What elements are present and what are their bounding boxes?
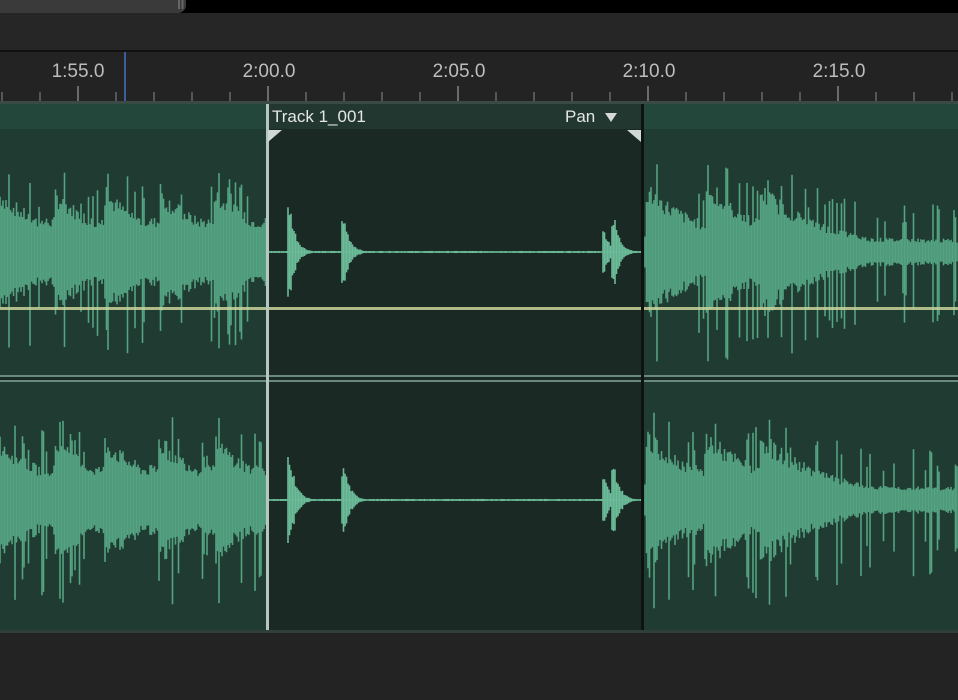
fade-out-handle[interactable] bbox=[627, 130, 641, 142]
clip-name: Track 1_001 bbox=[272, 107, 366, 126]
below-track-area bbox=[0, 630, 958, 700]
ruler-label: 2:05.0 bbox=[432, 61, 486, 82]
pan-dropdown[interactable]: Pan bbox=[565, 107, 618, 127]
pan-envelope-line[interactable] bbox=[0, 307, 958, 310]
ruler-label: 2:00.0 bbox=[242, 61, 296, 82]
channel-divider bbox=[0, 375, 958, 382]
pan-label: Pan bbox=[565, 107, 596, 126]
ruler-label: 1:55.0 bbox=[51, 61, 105, 82]
next-clip-header[interactable] bbox=[644, 104, 958, 129]
chevron-down-icon bbox=[605, 112, 618, 122]
ruler-label: 2:15.0 bbox=[812, 61, 866, 82]
timeline-ruler[interactable]: 1:55.0 2:00.0 2:05.0 2:10.0 2:15.0 bbox=[0, 52, 958, 102]
scrollbar-grip-icon bbox=[178, 0, 184, 9]
fade-in-handle[interactable] bbox=[268, 130, 282, 142]
clip-end-edge[interactable] bbox=[641, 104, 644, 630]
toolbar-band bbox=[0, 13, 958, 50]
top-scrollbar-track[interactable] bbox=[0, 0, 958, 13]
clip-start-edge[interactable] bbox=[266, 104, 269, 630]
prev-clip-header[interactable] bbox=[0, 104, 268, 129]
ruler-label: 2:10.0 bbox=[622, 61, 676, 82]
track-bottom-border bbox=[0, 630, 958, 633]
playhead-marker[interactable] bbox=[124, 52, 126, 102]
horizontal-scrollbar-thumb[interactable] bbox=[0, 0, 186, 13]
